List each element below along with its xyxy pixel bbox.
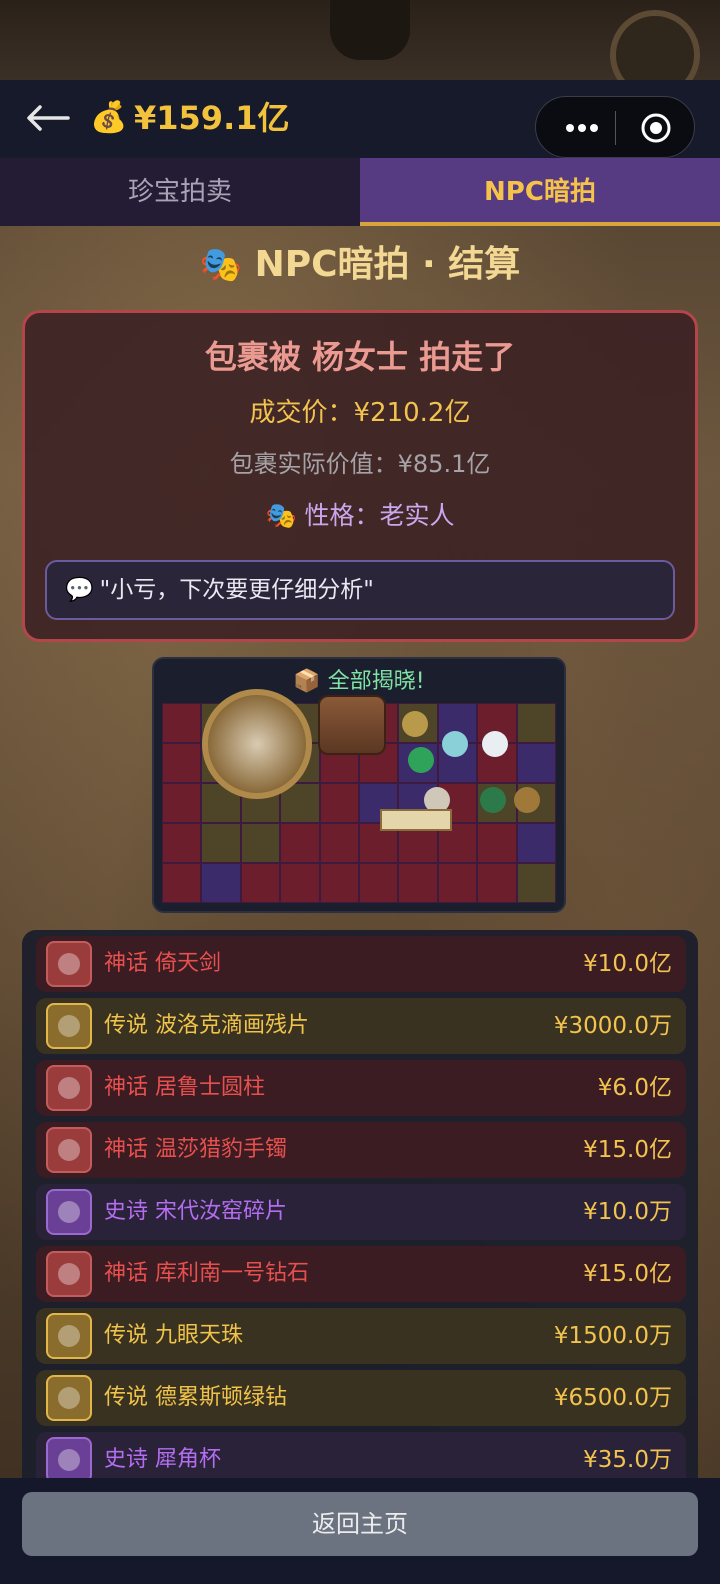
reveal-title-text: 全部揭晓!: [327, 669, 425, 694]
item-price: ¥15.0亿: [583, 1261, 672, 1287]
quote-text: "小亏，下次要更仔细分析": [99, 577, 374, 603]
personality-text: 性格：老实人: [304, 501, 455, 530]
jade-shard-item: [442, 731, 468, 757]
tab-npc-blind-auction[interactable]: NPC暗拍: [360, 158, 720, 226]
bracelet-icon: [46, 1127, 92, 1173]
package-reveal-panel: 📦 全部揭晓!: [152, 657, 566, 913]
diamond-icon: [46, 1251, 92, 1297]
list-item[interactable]: 神话 温莎猎豹手镯 ¥15.0亿: [36, 1122, 686, 1178]
item-name: 传说 德累斯顿绿钻: [104, 1385, 287, 1410]
settlement-card: 包裹被 杨女士 拍走了 成交价：¥210.2亿 包裹实际价值：¥85.1亿 🎭 …: [22, 310, 698, 642]
bracelet-item: [402, 711, 428, 737]
theater-masks-icon: 🎭: [265, 501, 297, 530]
item-name: 史诗 宋代汝窑碎片: [104, 1199, 287, 1224]
cylinder-icon: [46, 1065, 92, 1111]
item-price: ¥6500.0万: [553, 1385, 672, 1411]
list-item[interactable]: 神话 库利南一号钻石 ¥15.0亿: [36, 1246, 686, 1302]
desk-decoration: [0, 0, 720, 100]
item-list: 神话 倚天剑 ¥10.0亿 传说 波洛克滴画残片 ¥3000.0万 神话 居鲁士…: [22, 930, 698, 1490]
speech-bubble-icon: 💬: [65, 577, 94, 603]
close-miniprogram-icon[interactable]: [640, 112, 672, 144]
top-bar: 💰 ¥159.1亿: [0, 80, 720, 158]
green-diamond-icon: [46, 1375, 92, 1421]
money-bag-icon: 💰: [90, 100, 128, 135]
mini-program-capsule: [535, 96, 695, 158]
npc-personality: 🎭 性格：老实人: [25, 498, 695, 534]
necklace-item: [480, 787, 506, 813]
return-home-button[interactable]: 返回主页: [22, 1492, 698, 1556]
list-item[interactable]: 神话 倚天剑 ¥10.0亿: [36, 936, 686, 992]
package-icon: 📦: [293, 669, 321, 694]
item-price: ¥6.0亿: [597, 1075, 672, 1101]
diamond-item: [482, 731, 508, 757]
reveal-title: 📦 全部揭晓!: [154, 665, 564, 699]
painting-fragment-medallion: [202, 689, 312, 799]
tab-treasure-auction[interactable]: 珍宝拍卖: [0, 158, 360, 226]
deal-price: 成交价：¥210.2亿: [249, 398, 471, 428]
sword-icon: [46, 941, 92, 987]
bead-icon: [46, 1313, 92, 1359]
item-name: 神话 库利南一号钻石: [104, 1261, 309, 1286]
auction-tabs: 珍宝拍卖 NPC暗拍: [0, 158, 720, 226]
theater-masks-icon: 🎭: [199, 245, 243, 285]
green-diamond-item: [408, 747, 434, 773]
scroll-item: [380, 809, 452, 831]
horn-cup-icon: [46, 1437, 92, 1483]
item-price: ¥15.0亿: [583, 1137, 672, 1163]
list-item[interactable]: 传说 波洛克滴画残片 ¥3000.0万: [36, 998, 686, 1054]
item-price: ¥10.0亿: [583, 951, 672, 977]
item-price: ¥3000.0万: [553, 1013, 672, 1039]
page-title: 🎭 NPC暗拍 · 结算: [0, 240, 720, 290]
cylinder-artifact: [318, 695, 386, 755]
item-name: 神话 温莎猎豹手镯: [104, 1137, 287, 1162]
settlement-title: NPC暗拍 · 结算: [254, 244, 521, 285]
item-name: 神话 倚天剑: [104, 951, 221, 976]
actual-value: 包裹实际价值：¥85.1亿: [229, 450, 491, 478]
bottom-bar: 返回主页: [0, 1478, 720, 1584]
item-price: ¥1500.0万: [553, 1323, 672, 1349]
item-name: 传说 波洛克滴画残片: [104, 1013, 309, 1038]
more-options-icon[interactable]: [554, 115, 610, 141]
item-name: 神话 居鲁士圆柱: [104, 1075, 265, 1100]
capsule-divider: [615, 111, 616, 145]
back-arrow-icon[interactable]: [24, 102, 72, 134]
list-item[interactable]: 史诗 宋代汝窑碎片 ¥10.0万: [36, 1184, 686, 1240]
item-name: 传说 九眼天珠: [104, 1323, 243, 1348]
balance-amount: ¥159.1亿: [134, 99, 290, 137]
rhino-cup-item: [514, 787, 540, 813]
painting-fragment-icon: [46, 1003, 92, 1049]
list-item[interactable]: 神话 居鲁士圆柱 ¥6.0亿: [36, 1060, 686, 1116]
winner-headline: 包裹被 杨女士 拍走了: [204, 338, 516, 376]
list-item[interactable]: 传说 九眼天珠 ¥1500.0万: [36, 1308, 686, 1364]
item-price: ¥10.0万: [583, 1199, 672, 1225]
porcelain-shard-icon: [46, 1189, 92, 1235]
ink-bottle-decoration: [330, 0, 410, 60]
list-item[interactable]: 传说 德累斯顿绿钻 ¥6500.0万: [36, 1370, 686, 1426]
npc-quote: 💬 "小亏，下次要更仔细分析": [45, 560, 675, 620]
